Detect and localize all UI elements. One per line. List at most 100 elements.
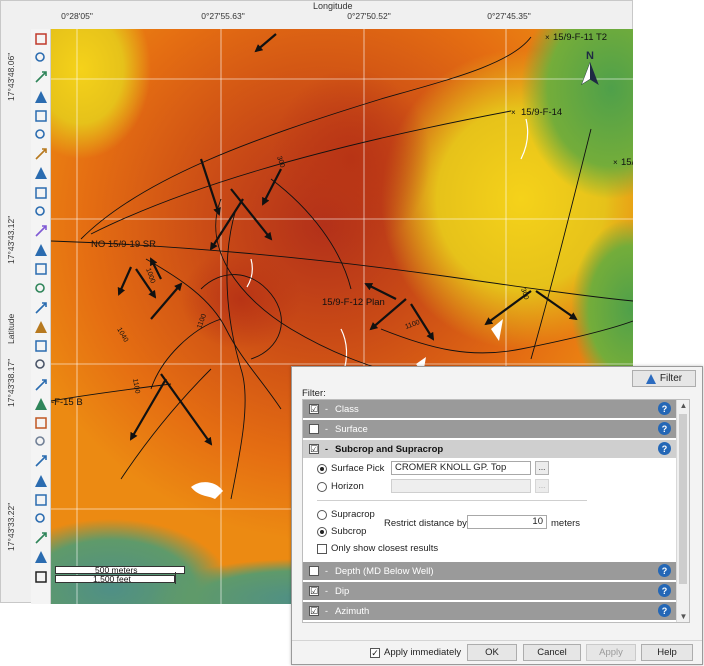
help-icon[interactable]: ? <box>658 402 671 415</box>
scale-imperial-label: 1,500 feet <box>93 574 131 584</box>
expand-icon[interactable]: - <box>325 586 333 596</box>
settings-icon[interactable] <box>34 358 48 372</box>
contour-icon[interactable] <box>34 397 48 411</box>
longitude-tick: 0°27'45.35" <box>487 11 531 21</box>
latitude-tick: 17°43'33.22" <box>6 502 16 551</box>
check-icon[interactable] <box>34 531 48 545</box>
latitude-tick: 17°43'43.12" <box>6 215 16 264</box>
section-title: Class <box>335 403 359 415</box>
svg-text:×: × <box>545 33 550 42</box>
help-icon[interactable]: ? <box>658 564 671 577</box>
measure-icon[interactable] <box>34 224 48 238</box>
horizon-radio[interactable] <box>317 482 327 492</box>
surface-pick-label: Surface Pick <box>331 463 385 474</box>
latitude-tick: 17°43'38.17" <box>6 358 16 407</box>
surface-pick-browse-button[interactable]: ... <box>535 461 549 475</box>
surface-pick-radio[interactable] <box>317 464 327 474</box>
zoom-selection-icon[interactable] <box>34 186 48 200</box>
pencil-icon[interactable] <box>34 320 48 334</box>
points-icon[interactable] <box>34 435 48 449</box>
refresh-icon[interactable] <box>34 205 48 219</box>
section-title: Depth (MD Below Well) <box>335 565 434 577</box>
zoom-extent-icon[interactable] <box>34 166 48 180</box>
grid-icon[interactable] <box>34 70 48 84</box>
filter-list-scrollbar[interactable]: ▲ ▼ <box>676 400 689 622</box>
grid-lines-icon[interactable] <box>34 493 48 507</box>
cancel-button[interactable]: Cancel <box>523 644 581 661</box>
close-arrows-icon[interactable] <box>34 32 48 46</box>
expand-icon[interactable]: - <box>325 404 333 414</box>
filter-toggle-label: Filter <box>659 373 683 384</box>
plus-icon[interactable] <box>34 454 48 468</box>
latitude-axis-title: Latitude <box>6 313 16 344</box>
ruler-icon[interactable] <box>34 378 48 392</box>
collapse-icon[interactable]: - <box>325 444 333 454</box>
supracrop-label: Supracrop <box>331 509 375 520</box>
subcrop-checkbox[interactable]: ☑ <box>309 444 319 454</box>
apply-immediately-label: Apply immediately <box>384 647 462 658</box>
scroll-down-icon[interactable]: ▼ <box>678 612 689 621</box>
expand-icon[interactable]: - <box>325 424 333 434</box>
dialog-footer: ✓ Apply immediately OK Cancel Apply Help <box>292 640 702 664</box>
help-icon[interactable]: ? <box>658 442 671 455</box>
help-icon[interactable]: ? <box>658 584 671 597</box>
well-label: 15/9-F-14 <box>521 107 562 118</box>
azimuth-checkbox[interactable]: ☑ <box>309 606 319 616</box>
layers-icon[interactable] <box>34 339 48 353</box>
help-icon[interactable]: ? <box>658 604 671 617</box>
surface-checkbox[interactable] <box>309 424 319 434</box>
section-title: Surface <box>335 423 368 435</box>
cross-section-icon[interactable] <box>34 243 48 257</box>
restrict-distance-unit: meters <box>551 518 581 529</box>
horizon-browse-button[interactable]: ... <box>535 479 549 493</box>
apply-immediately-checkbox[interactable]: ✓ <box>370 648 380 658</box>
restrict-distance-label: Restrict distance by <box>384 518 467 529</box>
subcrop-radio[interactable] <box>317 527 327 537</box>
longitude-tick: 0°27'50.52" <box>347 11 391 21</box>
depth-checkbox[interactable] <box>309 566 319 576</box>
filter-section-surface[interactable]: - Surface ? <box>303 420 677 438</box>
expand-icon[interactable]: - <box>325 606 333 616</box>
map-application: Longitude 0°28'05" 0°27'55.63" 0°27'50.5… <box>0 0 704 666</box>
expand-icon[interactable]: - <box>325 566 333 576</box>
draw-line-icon[interactable] <box>34 262 48 276</box>
latitude-tick: 17°43'48.06" <box>6 52 16 101</box>
apply-button[interactable]: Apply <box>586 644 636 661</box>
polygon-icon[interactable] <box>34 282 48 296</box>
filter-toggle-button[interactable]: Filter <box>632 370 696 387</box>
ok-button[interactable]: OK <box>467 644 517 661</box>
supracrop-radio[interactable] <box>317 510 327 520</box>
scroll-up-icon[interactable]: ▲ <box>678 401 689 410</box>
filter-section-dip[interactable]: ☑ - Dip ? <box>303 582 677 600</box>
help-icon[interactable]: ? <box>658 422 671 435</box>
well-label: 15/ <box>621 157 633 168</box>
restrict-distance-input[interactable]: 10 <box>467 515 547 529</box>
chart-icon[interactable] <box>34 416 48 430</box>
link-icon[interactable] <box>34 512 48 526</box>
split-icon[interactable] <box>34 474 48 488</box>
zoom-out-icon[interactable] <box>34 128 48 142</box>
closest-results-checkbox[interactable] <box>317 544 327 554</box>
expand-icon[interactable] <box>34 570 48 584</box>
well-path-icon[interactable] <box>34 301 48 315</box>
closest-results-label: Only show closest results <box>331 543 439 554</box>
svg-text:×: × <box>613 158 618 167</box>
help-button[interactable]: Help <box>641 644 693 661</box>
filter-section-subcrop[interactable]: ☑ - Subcrop and Supracrop ? <box>303 440 677 458</box>
dip-checkbox[interactable]: ☑ <box>309 586 319 596</box>
pan-icon[interactable] <box>34 90 48 104</box>
horizon-input[interactable] <box>391 479 531 493</box>
section-title: Subcrop and Supracrop <box>335 443 444 455</box>
class-checkbox[interactable]: ☑ <box>309 404 319 414</box>
select-icon[interactable] <box>34 51 48 65</box>
legend-icon[interactable] <box>34 550 48 564</box>
filter-section-azimuth[interactable]: ☑ - Azimuth ? <box>303 602 677 620</box>
svg-text:×: × <box>511 108 516 117</box>
filter-section-depth[interactable]: - Depth (MD Below Well) ? <box>303 562 677 580</box>
surface-pick-input[interactable]: CROMER KNOLL GP. Top <box>391 461 531 475</box>
filter-section-class[interactable]: ☑ - Class ? <box>303 400 677 418</box>
north-label: N <box>586 50 594 62</box>
zoom-box-icon[interactable] <box>34 147 48 161</box>
scroll-thumb[interactable] <box>679 414 687 584</box>
zoom-in-icon[interactable] <box>34 109 48 123</box>
